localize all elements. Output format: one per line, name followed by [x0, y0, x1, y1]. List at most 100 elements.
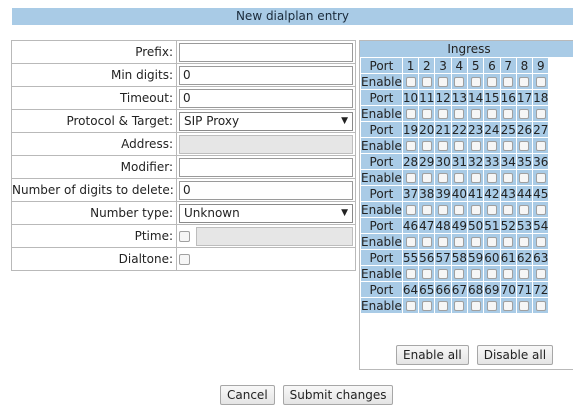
port-enable-checkbox[interactable] — [535, 237, 546, 247]
port-enable-checkbox[interactable] — [535, 205, 546, 215]
port-enable-checkbox[interactable] — [519, 141, 530, 151]
port-enable-checkbox[interactable] — [438, 141, 449, 151]
number-type-select[interactable]: Unknown ▼ — [179, 203, 353, 223]
port-enable-checkbox[interactable] — [405, 301, 416, 311]
port-enable-checkbox[interactable] — [535, 269, 546, 279]
port-enable-checkbox[interactable] — [438, 205, 449, 215]
port-enable-checkbox[interactable] — [438, 269, 449, 279]
port-enable-checkbox[interactable] — [405, 237, 416, 247]
cancel-button[interactable]: Cancel — [220, 385, 275, 405]
protocol-target-select[interactable]: SIP Proxy ▼ — [179, 111, 353, 131]
dropdown-arrow-icon: ▼ — [341, 116, 348, 126]
port-enable-checkbox[interactable] — [519, 173, 530, 183]
port-enable-checkbox[interactable] — [421, 269, 432, 279]
port-enable-checkbox[interactable] — [421, 237, 432, 247]
modifier-row: Modifier: — [11, 155, 356, 179]
port-enable-checkbox[interactable] — [486, 141, 497, 151]
port-enable-checkbox[interactable] — [405, 141, 416, 151]
port-enable-checkbox[interactable] — [470, 77, 481, 87]
port-enable-checkbox[interactable] — [438, 301, 449, 311]
port-enable-checkbox[interactable] — [503, 173, 514, 183]
modifier-input[interactable] — [179, 157, 353, 177]
port-enable-checkbox[interactable] — [535, 173, 546, 183]
port-enable-checkbox[interactable] — [421, 205, 432, 215]
port-enable-checkbox[interactable] — [519, 109, 530, 119]
port-enable-checkbox[interactable] — [486, 173, 497, 183]
port-enable-checkbox[interactable] — [503, 301, 514, 311]
port-enable-checkbox[interactable] — [503, 141, 514, 151]
port-number: 1 — [401, 57, 420, 74]
port-enable-checkbox[interactable] — [421, 77, 432, 87]
port-enable-checkbox[interactable] — [503, 269, 514, 279]
port-enable-checkbox[interactable] — [503, 109, 514, 119]
port-enable-checkbox[interactable] — [470, 301, 481, 311]
port-enable-checkbox[interactable] — [421, 109, 432, 119]
port-number: 61 — [499, 249, 517, 266]
port-enable-checkbox[interactable] — [454, 77, 465, 87]
port-enable-checkbox[interactable] — [454, 173, 465, 183]
port-number: 45 — [532, 185, 550, 202]
digits-to-delete-input[interactable]: 0 — [179, 180, 353, 200]
port-enable-checkbox[interactable] — [405, 173, 416, 183]
port-enable-checkbox[interactable] — [454, 109, 465, 119]
port-row-label: Port — [360, 217, 403, 234]
port-enable-checkbox[interactable] — [405, 77, 416, 87]
port-enable-checkbox[interactable] — [454, 141, 465, 151]
dialtone-checkbox[interactable] — [179, 254, 190, 265]
port-enable-checkbox[interactable] — [535, 301, 546, 311]
port-enable-checkbox[interactable] — [454, 237, 465, 247]
port-enable-checkbox[interactable] — [454, 205, 465, 215]
port-enable-checkbox[interactable] — [438, 77, 449, 87]
port-enable-checkbox[interactable] — [454, 301, 465, 311]
port-enable-checkbox[interactable] — [503, 237, 514, 247]
port-enable-checkbox[interactable] — [421, 173, 432, 183]
port-enable-checkbox[interactable] — [470, 237, 481, 247]
port-enable-checkbox[interactable] — [405, 109, 416, 119]
port-row-label: Port — [360, 249, 403, 266]
prefix-input[interactable] — [179, 42, 353, 62]
enable-all-button[interactable]: Enable all — [396, 345, 469, 365]
dialtone-label: Dialtone: — [11, 247, 177, 271]
port-enable-checkbox[interactable] — [519, 205, 530, 215]
port-enable-checkbox[interactable] — [486, 269, 497, 279]
port-enable-checkbox[interactable] — [470, 141, 481, 151]
port-enable-checkbox[interactable] — [438, 173, 449, 183]
port-number: 64 — [401, 281, 420, 298]
port-enable-checkbox[interactable] — [470, 173, 481, 183]
port-enable-checkbox[interactable] — [454, 269, 465, 279]
port-enable-checkbox[interactable] — [438, 237, 449, 247]
port-enable-checkbox[interactable] — [470, 205, 481, 215]
port-enable-checkbox[interactable] — [405, 205, 416, 215]
min-digits-label: Min digits: — [11, 63, 177, 87]
disable-all-button[interactable]: Disable all — [476, 345, 554, 365]
port-enable-checkbox[interactable] — [486, 109, 497, 119]
min-digits-input[interactable]: 0 — [179, 65, 353, 85]
port-enable-checkbox[interactable] — [519, 269, 530, 279]
port-enable-checkbox[interactable] — [535, 77, 546, 87]
port-number: 15 — [483, 89, 501, 106]
port-enable-checkbox[interactable] — [421, 141, 432, 151]
enable-row-label: Enable — [360, 297, 403, 314]
enable-row-label: Enable — [360, 73, 403, 90]
port-number: 20 — [418, 121, 436, 138]
port-enable-checkbox[interactable] — [486, 77, 497, 87]
port-enable-checkbox[interactable] — [421, 301, 432, 311]
port-enable-checkbox[interactable] — [405, 269, 416, 279]
ptime-checkbox[interactable] — [179, 230, 190, 242]
port-enable-checkbox[interactable] — [470, 269, 481, 279]
port-enable-checkbox[interactable] — [519, 301, 530, 311]
port-enable-checkbox[interactable] — [470, 109, 481, 119]
submit-changes-button[interactable]: Submit changes — [282, 385, 394, 405]
prefix-label: Prefix: — [11, 40, 177, 64]
port-enable-checkbox[interactable] — [535, 109, 546, 119]
port-enable-checkbox[interactable] — [535, 141, 546, 151]
port-enable-checkbox[interactable] — [486, 301, 497, 311]
port-enable-checkbox[interactable] — [486, 205, 497, 215]
port-enable-checkbox[interactable] — [503, 77, 514, 87]
port-enable-checkbox[interactable] — [503, 205, 514, 215]
port-enable-checkbox[interactable] — [486, 237, 497, 247]
port-enable-checkbox[interactable] — [438, 109, 449, 119]
timeout-input[interactable]: 0 — [179, 88, 353, 108]
port-enable-checkbox[interactable] — [519, 237, 530, 247]
port-enable-checkbox[interactable] — [519, 77, 530, 87]
